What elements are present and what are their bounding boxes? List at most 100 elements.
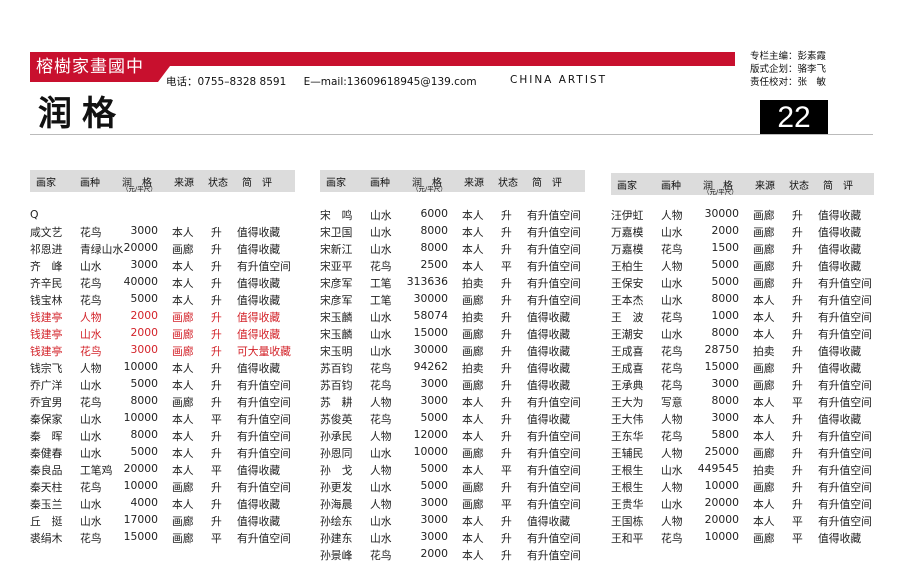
price: 30000 [413,343,448,356]
genre: 花鸟 [370,379,392,392]
status: 升 [501,294,512,307]
table-row: 苏百钧 花鸟 3000 画廊 升 值得收藏 [320,376,585,393]
status: 升 [211,447,222,460]
comment: 有升值空间 [818,515,872,528]
table-row: 王保安 山水 5000 画廊 升 有升值空间 [611,274,874,291]
genre: 人物 [370,430,392,443]
source: 拍卖 [462,311,484,324]
price: 1000 [711,309,739,322]
source: 本人 [172,277,194,290]
artist-name: 秦保家 [30,413,63,426]
source: 本人 [462,515,484,528]
price: 15000 [413,326,448,339]
status: 升 [501,311,512,324]
artist-name: 宋 鸣 [320,209,353,222]
status: 升 [211,226,222,239]
artist-name: 万嘉模 [611,226,644,239]
comment: 有升值空间 [527,549,581,562]
comment: 有升值空间 [818,294,872,307]
artist-name: 钱建亭 [30,345,63,358]
comment: 有升值空间 [237,481,291,494]
table-row: 孙景峰 花鸟 2000 本人 升 有升值空间 [320,546,585,563]
artist-name: 王和平 [611,532,644,545]
table-row: 钱建亭 花鸟 3000 画廊 升 可大量收藏 [30,342,295,359]
credit-line: 版式企划：骆李飞 [750,64,827,75]
status: 升 [792,277,803,290]
genre: 青绿山水 [80,243,124,256]
table-row: 王柏生 人物 5000 画廊 升 值得收藏 [611,257,874,274]
price: 3000 [130,258,158,271]
brand-name: CHINA ARTIST [510,74,608,86]
header-artist: 画家 [326,178,346,189]
table-row: 乔广洋 山水 5000 本人 升 有升值空间 [30,376,295,393]
genre: 花鸟 [661,532,683,545]
comment: 值得收藏 [818,243,862,256]
price: 10000 [123,360,158,373]
artist-name: 王东华 [611,430,644,443]
table-row: 王潮安 山水 8000 本人 升 有升值空间 [611,325,874,342]
artist-name: 王大为 [611,396,644,409]
header-divider [30,134,873,135]
source: 画廊 [753,209,775,222]
status: 升 [211,430,222,443]
price: 6000 [420,207,448,220]
status: 升 [211,396,222,409]
status: 升 [211,311,222,324]
source: 本人 [462,464,484,477]
source: 画廊 [753,243,775,256]
price: 313636 [406,275,448,288]
genre: 山水 [370,515,392,528]
source: 本人 [462,226,484,239]
comment: 有升值空间 [818,328,872,341]
status: 平 [211,413,222,426]
table-row: 宋新江 山水 8000 本人 升 有升值空间 [320,240,585,257]
price: 5000 [130,445,158,458]
header-genre: 画种 [370,178,390,189]
table-row: 王辅民 人物 25000 画廊 升 有升值空间 [611,444,874,461]
comment: 有升值空间 [237,430,291,443]
table-row: 秦天柱 花鸟 10000 画廊 升 有升值空间 [30,478,295,495]
price: 3000 [420,530,448,543]
status: 升 [501,362,512,375]
table-row: 宋卫国 山水 8000 本人 升 有升值空间 [320,223,585,240]
price: 5000 [130,377,158,390]
genre: 花鸟 [661,430,683,443]
genre: 人物 [661,447,683,460]
header-genre: 画种 [80,178,100,189]
source: 拍卖 [462,277,484,290]
artist-name: 宋玉麟 [320,328,353,341]
comment: 有升值空间 [818,447,872,460]
status: 升 [792,481,803,494]
comment: 值得收藏 [237,515,281,528]
artist-name: 王 波 [611,311,644,324]
genre: 山水 [370,328,392,341]
table-row: 孙 戈 人物 5000 本人 平 有升值空间 [320,461,585,478]
genre: 花鸟 [80,396,102,409]
table-row: 王东华 花鸟 5800 本人 升 有升值空间 [611,427,874,444]
genre: 山水 [370,243,392,256]
table-row: 秦 晖 山水 8000 本人 升 有升值空间 [30,427,295,444]
artist-name: 秦玉兰 [30,498,63,511]
price: 5800 [711,428,739,441]
price: 10000 [704,479,739,492]
genre: 人物 [370,464,392,477]
genre: 山水 [80,430,102,443]
source: 本人 [753,413,775,426]
genre: 花鸟 [661,362,683,375]
source: 本人 [753,430,775,443]
comment: 值得收藏 [237,277,281,290]
comment: 值得收藏 [237,328,281,341]
artist-name: 孙绘东 [320,515,353,528]
table-row: 王 波 花鸟 1000 本人 升 有升值空间 [611,308,874,325]
genre: 花鸟 [661,243,683,256]
comment: 有升值空间 [527,532,581,545]
artist-name: 王根生 [611,464,644,477]
comment: 有升值空间 [237,396,291,409]
genre: 人物 [80,362,102,375]
column-header: 画家 画种润 格来源 状态简 评（元/平尺） [30,170,295,193]
source: 本人 [172,447,194,460]
comment: 有升值空间 [527,294,581,307]
status: 升 [501,549,512,562]
price: 3000 [711,377,739,390]
price: 2000 [711,224,739,237]
